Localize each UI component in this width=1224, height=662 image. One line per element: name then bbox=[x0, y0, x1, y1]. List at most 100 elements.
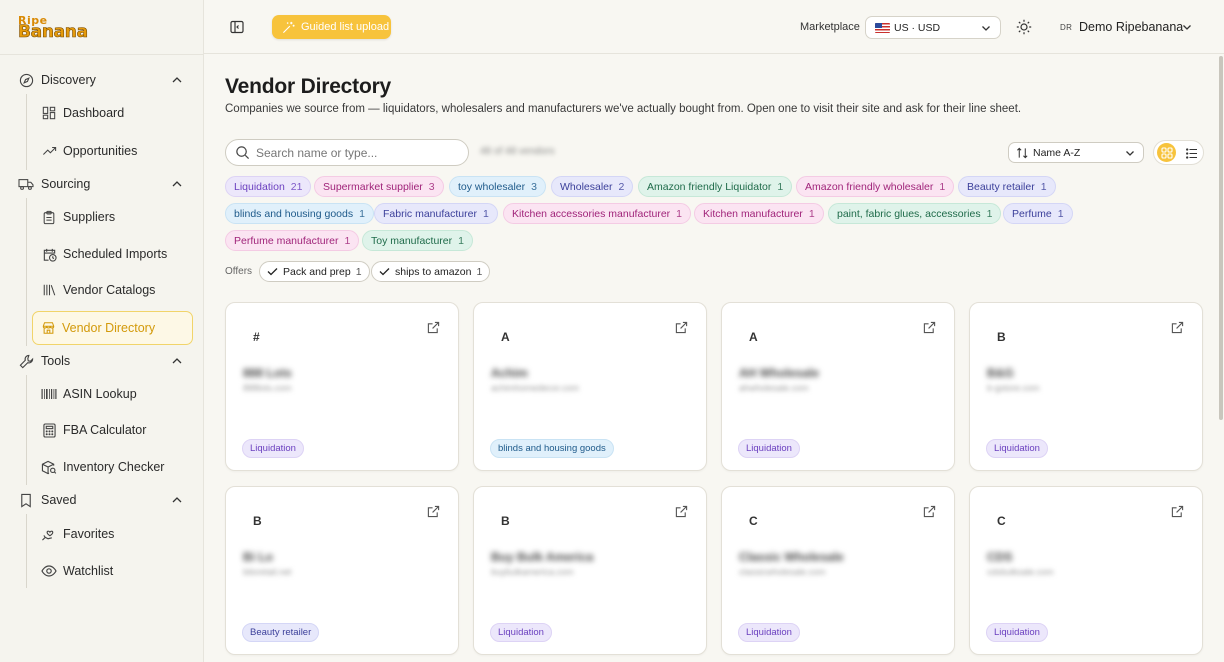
sidebar-item-fba-calculator[interactable]: FBA Calculator bbox=[34, 414, 192, 446]
marketplace-select[interactable]: US · USD bbox=[865, 16, 1001, 39]
chip-count: 1 bbox=[939, 180, 946, 193]
sidebar-group-saved[interactable]: Saved bbox=[18, 488, 188, 512]
chip-count: 1 bbox=[344, 234, 351, 247]
external-link-icon[interactable] bbox=[427, 505, 440, 518]
sidebar-item-suppliers[interactable]: Suppliers bbox=[34, 201, 192, 233]
vendor-card[interactable]: C CDS cdsbulksale.com Liquidation bbox=[969, 486, 1203, 655]
sidebar-item-asin-lookup[interactable]: ASIN Lookup bbox=[34, 378, 192, 410]
clipboard-icon bbox=[41, 209, 57, 225]
vendor-card[interactable]: # 888 Lots 888lots.com Liquidation bbox=[225, 302, 459, 471]
sort-select[interactable]: Name A-Z bbox=[1008, 142, 1144, 163]
filter-chip[interactable]: Perfume manufacturer 1 bbox=[225, 230, 360, 251]
filter-chip[interactable]: Supermarket supplier 3 bbox=[314, 176, 444, 197]
offer-count: 1 bbox=[355, 265, 362, 278]
search-input[interactable] bbox=[256, 145, 456, 160]
external-link-icon[interactable] bbox=[923, 321, 936, 334]
list-view-button[interactable] bbox=[1184, 145, 1200, 161]
filter-chip[interactable]: Kitchen accessories manufacturer 1 bbox=[503, 203, 691, 224]
chevron-up-icon[interactable] bbox=[170, 73, 184, 87]
chip-label: toy wholesaler bbox=[458, 180, 526, 193]
vendor-card[interactable]: A AH Wholesale ahwholesale.com Liquidati… bbox=[721, 302, 955, 471]
user-menu-name[interactable]: Demo Ripebanana bbox=[1079, 20, 1183, 34]
chip-label: paint, fabric glues, accessories bbox=[837, 207, 981, 220]
sidebar-item-favorites[interactable]: Favorites bbox=[34, 518, 192, 550]
chip-count: 1 bbox=[676, 207, 682, 220]
logo-text-bottom: Banana bbox=[18, 22, 89, 43]
vendor-initial: C bbox=[749, 514, 758, 528]
sidebar-item-watchlist[interactable]: Watchlist bbox=[34, 555, 192, 587]
vendor-url: ahwholesale.com bbox=[739, 383, 809, 393]
grid-view-button[interactable] bbox=[1157, 143, 1176, 162]
sidebar-item-vendor-catalogs[interactable]: Vendor Catalogs bbox=[34, 274, 192, 306]
sidebar-item-dashboard[interactable]: Dashboard bbox=[34, 97, 192, 129]
sidebar-toggle-icon[interactable] bbox=[230, 20, 244, 34]
ripebanana-logo[interactable]: Ripe Banana bbox=[18, 14, 90, 43]
chip-label: Perfume bbox=[1012, 207, 1052, 220]
offer-filter-ships-to-amazon[interactable]: ships to amazon 1 bbox=[371, 261, 491, 282]
page-scrollbar[interactable] bbox=[1219, 56, 1223, 420]
search-box[interactable] bbox=[225, 139, 469, 166]
sidebar-item-scheduled-imports[interactable]: Scheduled Imports bbox=[34, 238, 192, 270]
filter-chip[interactable]: Liquidation 21 bbox=[225, 176, 312, 197]
chevron-down-icon[interactable] bbox=[1181, 21, 1193, 33]
filter-chip[interactable]: Amazon friendly Liquidator 1 bbox=[638, 176, 793, 197]
barcode-icon bbox=[41, 386, 57, 402]
user-avatar[interactable]: DR bbox=[1060, 23, 1072, 32]
chevron-up-icon[interactable] bbox=[170, 354, 184, 368]
external-link-icon[interactable] bbox=[923, 505, 936, 518]
chevron-up-icon[interactable] bbox=[170, 493, 184, 507]
sidebar-group-tools[interactable]: Tools bbox=[18, 349, 188, 373]
vendor-card[interactable]: B Buy Bulk America buybulkamerica.com Li… bbox=[473, 486, 707, 655]
filter-chip[interactable]: Perfume 1 bbox=[1003, 203, 1073, 224]
external-link-icon[interactable] bbox=[1171, 321, 1184, 334]
filter-chip[interactable]: blinds and housing goods 1 bbox=[225, 203, 374, 224]
tree-line bbox=[26, 94, 27, 170]
vendor-url: classicwholesale.com bbox=[739, 567, 826, 577]
chip-count: 3 bbox=[531, 180, 537, 193]
sidebar-item-label: Inventory Checker bbox=[63, 460, 165, 474]
chip-label: Liquidation bbox=[234, 180, 285, 193]
sidebar-item-label: Watchlist bbox=[63, 564, 114, 578]
vendor-type-tag: Liquidation bbox=[986, 623, 1048, 642]
offer-filter-pack-and-prep[interactable]: Pack and prep 1 bbox=[259, 261, 370, 282]
vendor-card[interactable]: B Bi Lo biloretail.net Beauty retailer bbox=[225, 486, 459, 655]
tree-line bbox=[26, 514, 27, 588]
filter-chip[interactable]: Wholesaler 2 bbox=[551, 176, 634, 197]
filter-chip[interactable]: Toy manufacturer 1 bbox=[362, 230, 473, 251]
chip-label: Perfume manufacturer bbox=[234, 234, 339, 247]
filter-chip[interactable]: Fabric manufacturer 1 bbox=[374, 203, 498, 224]
external-link-icon[interactable] bbox=[1171, 505, 1184, 518]
filter-chip[interactable]: Beauty retailer 1 bbox=[958, 176, 1056, 197]
vendor-name: B&G bbox=[987, 366, 1014, 380]
chip-count: 1 bbox=[1040, 180, 1047, 193]
vendor-initial: B bbox=[253, 514, 262, 528]
sidebar-item-label: Dashboard bbox=[63, 106, 125, 120]
vendor-card[interactable]: A Achim achimhomedecor.com blinds and ho… bbox=[473, 302, 707, 471]
library-icon bbox=[41, 282, 57, 298]
vendor-initial: # bbox=[253, 330, 260, 344]
sidebar-group-discovery[interactable]: Discovery bbox=[18, 68, 188, 92]
filter-chip[interactable]: paint, fabric glues, accessories 1 bbox=[828, 203, 1002, 224]
theme-toggle-sun-icon[interactable] bbox=[1016, 19, 1032, 35]
external-link-icon[interactable] bbox=[427, 321, 440, 334]
vendor-card[interactable]: C Classic Wholesale classicwholesale.com… bbox=[721, 486, 955, 655]
sidebar-item-label: Opportunities bbox=[63, 144, 138, 158]
vendor-url: cdsbulksale.com bbox=[987, 567, 1054, 577]
external-link-icon[interactable] bbox=[675, 321, 688, 334]
trending-up-icon bbox=[41, 143, 57, 159]
sidebar-item-inventory-checker[interactable]: Inventory Checker bbox=[34, 451, 192, 483]
filter-chip[interactable]: Kitchen manufacturer 1 bbox=[694, 203, 824, 224]
sidebar-item-vendor-directory[interactable]: Vendor Directory bbox=[32, 311, 193, 345]
sidebar-item-opportunities[interactable]: Opportunities bbox=[34, 135, 192, 167]
chip-count: 3 bbox=[428, 180, 435, 193]
guided-list-upload-button[interactable]: Guided list upload bbox=[272, 15, 391, 39]
sidebar-group-label: Saved bbox=[41, 493, 77, 507]
grid-icon bbox=[1160, 146, 1173, 159]
filter-chip[interactable]: Amazon friendly wholesaler 1 bbox=[796, 176, 955, 197]
vendor-card[interactable]: B B&G b-gstore.com Liquidation bbox=[969, 302, 1203, 471]
sidebar-group-sourcing[interactable]: Sourcing bbox=[18, 172, 188, 196]
eye-icon bbox=[41, 563, 57, 579]
chevron-up-icon[interactable] bbox=[170, 177, 184, 191]
external-link-icon[interactable] bbox=[675, 505, 688, 518]
filter-chip[interactable]: toy wholesaler 3 bbox=[449, 176, 546, 197]
